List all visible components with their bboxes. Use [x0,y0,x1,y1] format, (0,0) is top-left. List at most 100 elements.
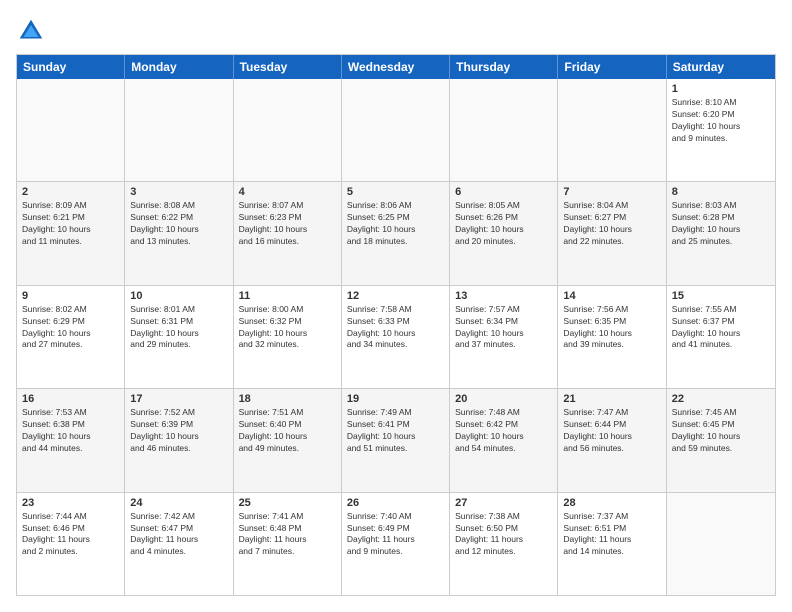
calendar-row-2: 9 Sunrise: 8:02 AM Sunset: 6:29 PM Daylig… [17,285,775,388]
header-day-friday: Friday [558,55,666,79]
day-number: 22 [672,393,770,405]
day-cell-11: 11 Sunrise: 8:00 AM Sunset: 6:32 PM Dayli… [234,286,342,388]
day-cell-27: 27 Sunrise: 7:38 AM Sunset: 6:50 PM Dayli… [450,493,558,595]
day-number: 3 [130,186,227,198]
day-cell-9: 9 Sunrise: 8:02 AM Sunset: 6:29 PM Daylig… [17,286,125,388]
header [16,16,776,46]
empty-cell [125,79,233,181]
day-info: Sunrise: 7:51 AM Sunset: 6:40 PM Dayligh… [239,407,336,455]
day-number: 24 [130,497,227,509]
day-number: 13 [455,290,552,302]
day-number: 20 [455,393,552,405]
day-info: Sunrise: 7:41 AM Sunset: 6:48 PM Dayligh… [239,511,336,559]
day-cell-18: 18 Sunrise: 7:51 AM Sunset: 6:40 PM Dayli… [234,389,342,491]
day-info: Sunrise: 7:44 AM Sunset: 6:46 PM Dayligh… [22,511,119,559]
header-day-monday: Monday [125,55,233,79]
day-number: 28 [563,497,660,509]
day-cell-1: 1 Sunrise: 8:10 AM Sunset: 6:20 PM Daylig… [667,79,775,181]
day-cell-15: 15 Sunrise: 7:55 AM Sunset: 6:37 PM Dayli… [667,286,775,388]
day-cell-21: 21 Sunrise: 7:47 AM Sunset: 6:44 PM Dayli… [558,389,666,491]
day-number: 14 [563,290,660,302]
calendar-body: 1 Sunrise: 8:10 AM Sunset: 6:20 PM Daylig… [17,79,775,595]
day-cell-16: 16 Sunrise: 7:53 AM Sunset: 6:38 PM Dayli… [17,389,125,491]
day-number: 9 [22,290,119,302]
day-info: Sunrise: 7:49 AM Sunset: 6:41 PM Dayligh… [347,407,444,455]
day-info: Sunrise: 7:47 AM Sunset: 6:44 PM Dayligh… [563,407,660,455]
day-info: Sunrise: 8:09 AM Sunset: 6:21 PM Dayligh… [22,200,119,248]
day-info: Sunrise: 8:08 AM Sunset: 6:22 PM Dayligh… [130,200,227,248]
day-cell-2: 2Sunrise: 8:09 AM Sunset: 6:21 PM Daylig… [17,182,125,284]
day-info: Sunrise: 7:45 AM Sunset: 6:45 PM Dayligh… [672,407,770,455]
day-cell-13: 13 Sunrise: 7:57 AM Sunset: 6:34 PM Dayli… [450,286,558,388]
day-info: Sunrise: 8:02 AM Sunset: 6:29 PM Dayligh… [22,304,119,352]
header-day-thursday: Thursday [450,55,558,79]
day-info: Sunrise: 7:56 AM Sunset: 6:35 PM Dayligh… [563,304,660,352]
day-info: Sunrise: 7:55 AM Sunset: 6:37 PM Dayligh… [672,304,770,352]
header-day-wednesday: Wednesday [342,55,450,79]
day-cell-22: 22 Sunrise: 7:45 AM Sunset: 6:45 PM Dayli… [667,389,775,491]
day-info: Sunrise: 8:04 AM Sunset: 6:27 PM Dayligh… [563,200,660,248]
day-number: 17 [130,393,227,405]
day-number: 1 [672,83,770,95]
empty-cell [234,79,342,181]
day-number: 5 [347,186,444,198]
day-number: 10 [130,290,227,302]
day-info: Sunrise: 7:38 AM Sunset: 6:50 PM Dayligh… [455,511,552,559]
day-number: 19 [347,393,444,405]
day-info: Sunrise: 7:58 AM Sunset: 6:33 PM Dayligh… [347,304,444,352]
calendar-row-3: 16 Sunrise: 7:53 AM Sunset: 6:38 PM Dayli… [17,388,775,491]
day-number: 15 [672,290,770,302]
day-info: Sunrise: 7:48 AM Sunset: 6:42 PM Dayligh… [455,407,552,455]
header-day-sunday: Sunday [17,55,125,79]
calendar-row-0: 1 Sunrise: 8:10 AM Sunset: 6:20 PM Daylig… [17,79,775,181]
header-day-tuesday: Tuesday [234,55,342,79]
day-cell-14: 14 Sunrise: 7:56 AM Sunset: 6:35 PM Dayli… [558,286,666,388]
logo-icon [16,16,46,46]
day-cell-26: 26 Sunrise: 7:40 AM Sunset: 6:49 PM Dayli… [342,493,450,595]
day-cell-20: 20 Sunrise: 7:48 AM Sunset: 6:42 PM Dayli… [450,389,558,491]
day-number: 18 [239,393,336,405]
day-number: 11 [239,290,336,302]
day-info: Sunrise: 7:57 AM Sunset: 6:34 PM Dayligh… [455,304,552,352]
day-cell-3: 3 Sunrise: 8:08 AM Sunset: 6:22 PM Daylig… [125,182,233,284]
day-info: Sunrise: 7:40 AM Sunset: 6:49 PM Dayligh… [347,511,444,559]
day-number: 8 [672,186,770,198]
day-info: Sunrise: 8:05 AM Sunset: 6:26 PM Dayligh… [455,200,552,248]
day-number: 25 [239,497,336,509]
day-number: 26 [347,497,444,509]
day-info: Sunrise: 8:10 AM Sunset: 6:20 PM Dayligh… [672,97,770,145]
day-info: Sunrise: 8:03 AM Sunset: 6:28 PM Dayligh… [672,200,770,248]
day-cell-28: 28 Sunrise: 7:37 AM Sunset: 6:51 PM Dayli… [558,493,666,595]
day-cell-24: 24Sunrise: 7:42 AM Sunset: 6:47 PM Dayli… [125,493,233,595]
day-info: Sunrise: 8:01 AM Sunset: 6:31 PM Dayligh… [130,304,227,352]
day-cell-17: 17Sunrise: 7:52 AM Sunset: 6:39 PM Dayli… [125,389,233,491]
empty-cell [667,493,775,595]
day-info: Sunrise: 8:07 AM Sunset: 6:23 PM Dayligh… [239,200,336,248]
day-cell-19: 19 Sunrise: 7:49 AM Sunset: 6:41 PM Dayli… [342,389,450,491]
day-number: 21 [563,393,660,405]
calendar-header: SundayMondayTuesdayWednesdayThursdayFrid… [17,55,775,79]
empty-cell [558,79,666,181]
day-cell-12: 12 Sunrise: 7:58 AM Sunset: 6:33 PM Dayli… [342,286,450,388]
day-number: 16 [22,393,119,405]
day-number: 7 [563,186,660,198]
page: SundayMondayTuesdayWednesdayThursdayFrid… [0,0,792,612]
day-number: 27 [455,497,552,509]
day-cell-25: 25 Sunrise: 7:41 AM Sunset: 6:48 PM Dayli… [234,493,342,595]
day-number: 23 [22,497,119,509]
empty-cell [342,79,450,181]
logo [16,16,50,46]
calendar: SundayMondayTuesdayWednesdayThursdayFrid… [16,54,776,596]
empty-cell [450,79,558,181]
empty-cell [17,79,125,181]
day-cell-5: 5 Sunrise: 8:06 AM Sunset: 6:25 PM Daylig… [342,182,450,284]
day-cell-7: 7 Sunrise: 8:04 AM Sunset: 6:27 PM Daylig… [558,182,666,284]
day-info: Sunrise: 7:53 AM Sunset: 6:38 PM Dayligh… [22,407,119,455]
day-number: 12 [347,290,444,302]
day-info: Sunrise: 8:00 AM Sunset: 6:32 PM Dayligh… [239,304,336,352]
day-cell-10: 10 Sunrise: 8:01 AM Sunset: 6:31 PM Dayli… [125,286,233,388]
header-day-saturday: Saturday [667,55,775,79]
day-info: Sunrise: 7:37 AM Sunset: 6:51 PM Dayligh… [563,511,660,559]
day-cell-4: 4Sunrise: 8:07 AM Sunset: 6:23 PM Daylig… [234,182,342,284]
day-info: Sunrise: 8:06 AM Sunset: 6:25 PM Dayligh… [347,200,444,248]
